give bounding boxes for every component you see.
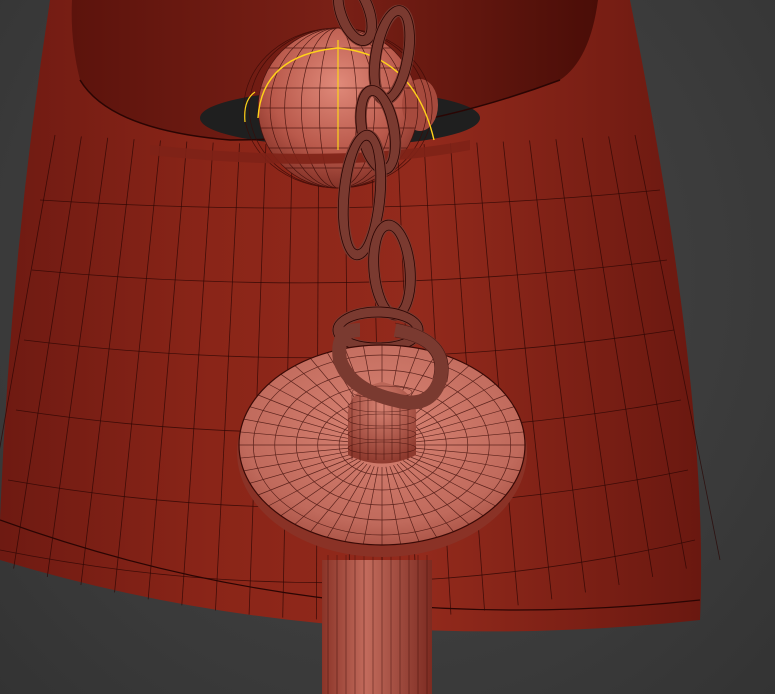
- viewport-scene[interactable]: [0, 0, 775, 694]
- stem-pole[interactable]: [322, 555, 432, 694]
- 3d-viewport[interactable]: [0, 0, 775, 694]
